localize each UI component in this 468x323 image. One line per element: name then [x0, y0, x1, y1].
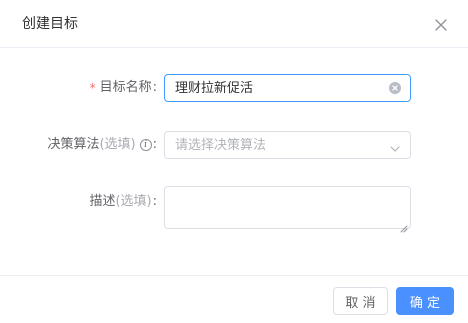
description-textarea[interactable] [164, 186, 411, 233]
decision-algorithm-label: 决策算法 (选填) i : [47, 136, 157, 154]
chevron-down-icon[interactable] [389, 140, 401, 152]
goal-name-label: * 目标名称 : [90, 79, 157, 97]
decision-algorithm-optional: (选填) [99, 137, 136, 152]
goal-name-value[interactable]: 理财拉新促活 [175, 80, 253, 97]
goal-name-colon: : [152, 80, 157, 95]
form-row-description: 描述 (选填) : [0, 186, 468, 233]
description-label: 描述 (选填) : [89, 193, 157, 211]
required-mark: * [89, 81, 96, 95]
confirm-button[interactable]: 确 定 [396, 287, 454, 315]
dialog-title: 创建目标 [22, 16, 78, 32]
form-row-decision-algorithm: 决策算法 (选填) i : 请选择决策算法 [0, 131, 468, 159]
decision-algorithm-select[interactable]: 请选择决策算法 [164, 131, 411, 159]
decision-algorithm-placeholder: 请选择决策算法 [175, 138, 267, 153]
decision-algorithm-colon: : [152, 137, 157, 152]
dialog-header: 创建目标 [0, 0, 468, 48]
close-icon[interactable] [431, 15, 451, 35]
decision-algorithm-label-text: 决策算法 [47, 137, 100, 152]
resize-handle-icon[interactable] [400, 218, 408, 233]
description-label-text: 描述 [89, 194, 116, 209]
description-colon: : [152, 194, 157, 209]
create-goal-dialog: 创建目标 * 目标名称 : 理财拉新促活 决策算法 (选填) i: 请选择决策… [0, 0, 468, 323]
goal-name-input[interactable]: 理财拉新促活 [164, 74, 411, 102]
info-circle-icon[interactable]: i [139, 139, 152, 151]
goal-name-label-text: 目标名称 [99, 80, 152, 95]
form-row-goal-name: * 目标名称 : 理财拉新促活 [0, 74, 468, 102]
cancel-button[interactable]: 取 消 [333, 287, 388, 315]
description-optional: (选填) [115, 194, 152, 209]
dialog-footer: 取 消 确 定 [0, 275, 468, 323]
clear-circle-icon[interactable] [389, 82, 401, 94]
